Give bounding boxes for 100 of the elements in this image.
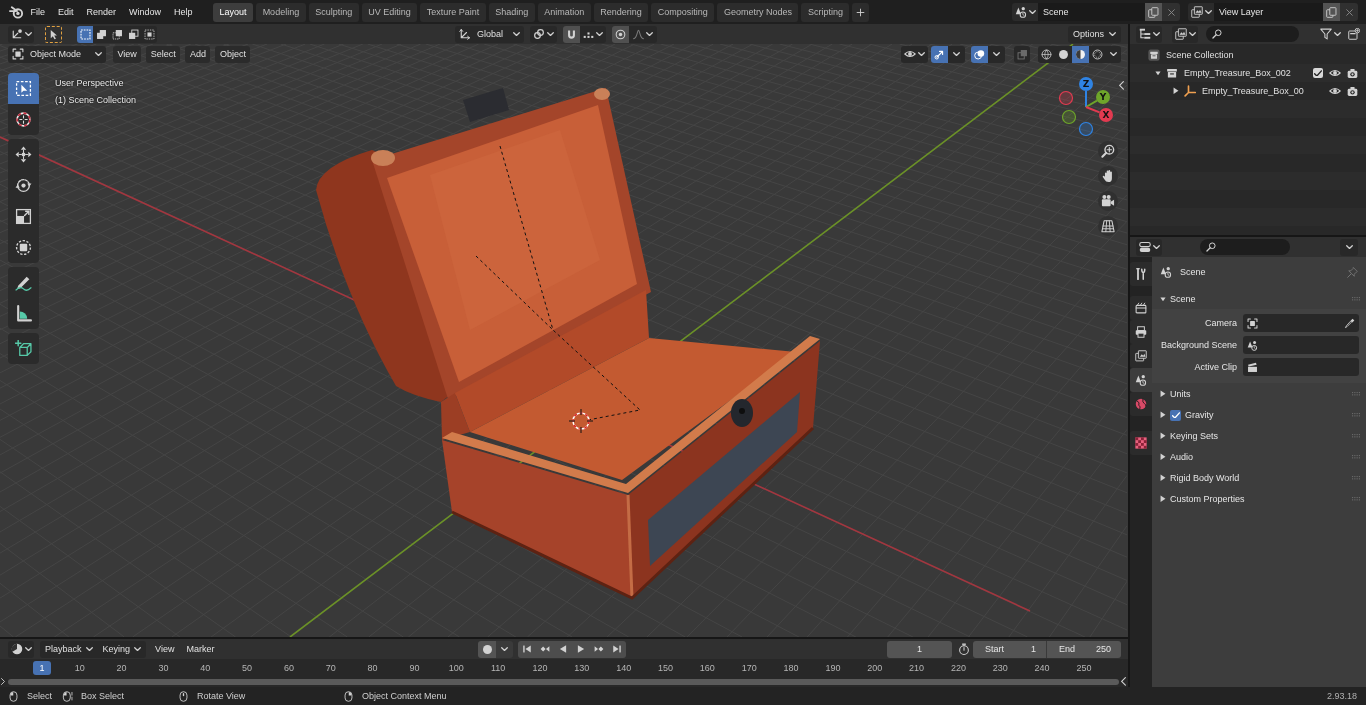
scrollbar[interactable] — [8, 679, 1119, 685]
outliner-item-label[interactable]: Scene Collection — [1166, 50, 1234, 60]
shading-mode-button[interactable] — [1072, 45, 1089, 63]
close-button[interactable] — [1162, 3, 1180, 21]
workspace-tab[interactable]: Shading — [488, 2, 535, 22]
search-field[interactable] — [1200, 239, 1290, 255]
tool-button[interactable] — [8, 139, 39, 170]
shading-mode-button[interactable] — [1055, 45, 1072, 63]
dropdown-button[interactable] — [1340, 238, 1358, 256]
tool-button[interactable] — [8, 232, 39, 263]
current-frame-field[interactable]: 1 — [887, 640, 952, 658]
editor-type-button[interactable] — [1136, 25, 1162, 43]
gizmo-dropdown[interactable] — [948, 45, 965, 63]
workspace-tab[interactable]: Rendering — [593, 2, 649, 22]
menu-button[interactable]: View — [113, 45, 142, 63]
clip-field[interactable] — [1243, 358, 1359, 376]
shading-dropdown[interactable] — [1106, 45, 1121, 63]
playback-button[interactable] — [518, 640, 537, 658]
overlay-dropdown[interactable] — [988, 45, 1005, 63]
dropdown-button[interactable]: Keying — [97, 640, 147, 658]
search-field[interactable] — [1206, 26, 1299, 42]
mode-dropdown[interactable]: Object Mode — [8, 45, 106, 63]
workspace-tab[interactable]: UV Editing — [361, 2, 418, 22]
selection-mode-button[interactable] — [141, 25, 157, 43]
selection-mode-button[interactable] — [93, 25, 109, 43]
3d-viewport[interactable]: Z Y X Object Mode View Select Add Object User Perspective (1) Scene Collection — [0, 44, 1128, 637]
close-button[interactable] — [1340, 3, 1358, 21]
playback-button[interactable] — [608, 640, 627, 658]
tool-button[interactable] — [8, 333, 39, 364]
chevron-left-icon[interactable] — [1119, 81, 1124, 90]
workspace-tab[interactable]: Compositing — [651, 2, 715, 22]
select-tool-button[interactable] — [45, 25, 62, 43]
menu-button[interactable]: Help — [167, 2, 200, 22]
scene-name-field[interactable]: Scene — [1038, 3, 1145, 21]
tool-button[interactable] — [8, 104, 39, 135]
checkbox[interactable] — [1312, 68, 1323, 78]
snap-toggle[interactable] — [563, 25, 580, 43]
proportional-edit-toggle[interactable] — [612, 25, 629, 43]
hand-icon[interactable] — [1098, 166, 1118, 186]
workspace-tab[interactable]: Layout — [213, 2, 254, 22]
zoom-icon[interactable] — [1098, 141, 1118, 161]
editor-type-button[interactable] — [1136, 238, 1162, 256]
gizmo-axis-handle[interactable] — [1061, 109, 1077, 125]
menu-button[interactable]: Marker — [180, 640, 221, 658]
eyedropper-icon[interactable] — [1344, 317, 1355, 329]
properties-tab[interactable] — [1130, 296, 1152, 320]
new-collection-button[interactable] — [1345, 25, 1362, 43]
menu-button[interactable]: Edit — [51, 2, 81, 22]
scene-field[interactable] — [1243, 336, 1359, 354]
pivot-dropdown[interactable] — [530, 25, 557, 43]
shading-mode-button[interactable] — [1089, 45, 1106, 63]
start-frame-field[interactable]: Start 1 — [973, 640, 1047, 658]
chevron-right-icon[interactable] — [1, 678, 5, 685]
workspace-tab[interactable]: Animation — [537, 2, 591, 22]
end-frame-field[interactable]: End 250 — [1047, 640, 1121, 658]
tool-button[interactable] — [8, 267, 39, 298]
tool-button[interactable] — [8, 298, 39, 329]
copy-button[interactable] — [1323, 3, 1340, 21]
copy-button[interactable] — [1145, 3, 1162, 21]
editor-type-button[interactable] — [8, 640, 34, 658]
menu-button[interactable]: Window — [122, 2, 168, 22]
view-layer-browse-button[interactable] — [1188, 3, 1214, 21]
options-dropdown[interactable]: Options — [1067, 25, 1121, 43]
selection-mode-button[interactable] — [125, 25, 141, 43]
checkbox[interactable] — [1170, 409, 1181, 421]
view-layer-name-field[interactable]: View Layer — [1214, 3, 1323, 21]
workspace-tab[interactable]: Modeling — [256, 2, 306, 22]
gizmo-toggle[interactable] — [931, 45, 948, 63]
workspace-tab[interactable]: Scripting — [801, 2, 850, 22]
gizmo-axis-handle[interactable] — [1078, 121, 1094, 137]
camera-icon[interactable] — [1347, 67, 1358, 79]
xray-toggle[interactable] — [1014, 45, 1030, 63]
app-logo-icon[interactable] — [9, 4, 24, 20]
properties-tab[interactable] — [1130, 431, 1152, 455]
eye-icon[interactable] — [1329, 67, 1341, 79]
record-dropdown[interactable] — [496, 640, 514, 658]
menu-button[interactable]: Select — [146, 45, 181, 63]
camera-field[interactable] — [1243, 314, 1359, 332]
treasure-chest-drawing[interactable] — [316, 88, 820, 600]
display-mode-dropdown[interactable] — [1172, 25, 1198, 43]
menu-button[interactable]: Object — [215, 45, 251, 63]
snap-target-dropdown[interactable] — [580, 25, 606, 43]
chevron-left-icon[interactable] — [1121, 677, 1126, 686]
gizmo-axis-handle[interactable] — [1058, 90, 1074, 106]
outliner-item-label[interactable]: Empty_Treasure_Box_002 — [1184, 68, 1291, 78]
outliner-item-label[interactable]: Empty_Treasure_Box_00 — [1202, 86, 1304, 96]
playhead-frame[interactable]: 1 — [33, 661, 51, 675]
eye-icon[interactable] — [1329, 85, 1341, 97]
tool-button[interactable] — [8, 73, 39, 104]
properties-tab[interactable] — [1130, 344, 1152, 368]
overlay-toggle[interactable] — [971, 45, 988, 63]
menu-button[interactable]: Render — [80, 2, 123, 22]
orientation-dropdown[interactable]: Global — [455, 25, 524, 43]
properties-tab[interactable] — [1130, 368, 1152, 392]
menu-button[interactable]: File — [24, 2, 52, 22]
triangle-right-icon[interactable] — [1172, 87, 1179, 95]
menu-button[interactable]: View — [149, 640, 181, 658]
workspace-tab[interactable]: Texture Paint — [420, 2, 486, 22]
perspective-grid-icon[interactable] — [1098, 216, 1118, 236]
editor-type-button[interactable] — [8, 25, 34, 43]
